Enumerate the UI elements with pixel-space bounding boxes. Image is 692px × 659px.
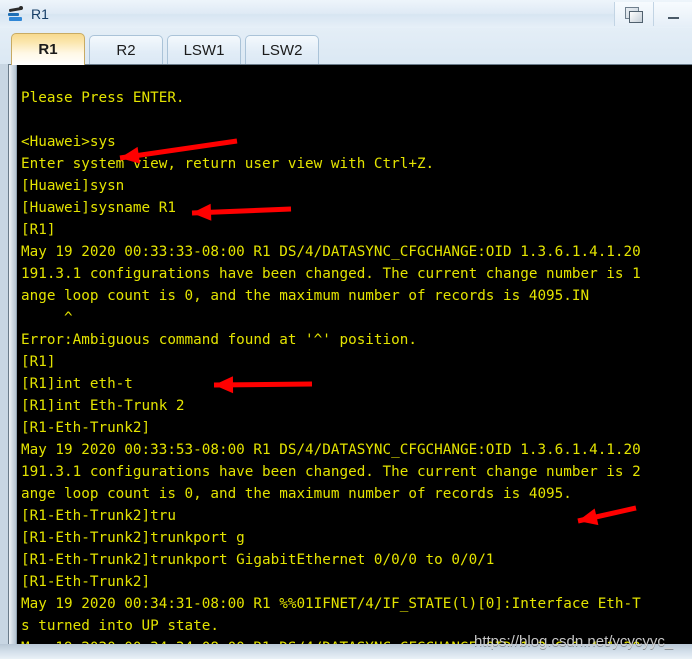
tab-label: R1 <box>38 41 58 58</box>
terminal-line: ange loop count is 0, and the maximum nu… <box>21 486 572 502</box>
terminal-line: ange loop count is 0, and the maximum nu… <box>21 288 590 304</box>
terminal-line: Please Press ENTER. <box>21 90 185 106</box>
watermark-text: https://blog.csdn.net/ycycyyc_ <box>474 633 674 650</box>
terminal-line: Error:Ambiguous command found at '^' pos… <box>21 332 417 348</box>
terminal-line: 191.3.1 configurations have been changed… <box>21 464 641 480</box>
window-title: R1 <box>31 6 49 22</box>
tab-label: LSW1 <box>183 42 225 59</box>
terminal-line: ^ <box>21 310 73 326</box>
terminal-line: [Huawei]sysname R1 <box>21 200 176 216</box>
terminal-line: [R1-Eth-Trunk2]trunkport GigabitEthernet… <box>21 552 495 568</box>
tab-r2[interactable]: R2 <box>89 35 163 65</box>
restore-icon <box>625 6 643 23</box>
terminal-line: [R1] <box>21 222 56 238</box>
restore-window-button[interactable] <box>615 2 653 26</box>
terminal-output: Please Press ENTER. <Huawei>sys Enter syst… <box>21 65 692 644</box>
terminal-console[interactable]: Please Press ENTER. <Huawei>sys Enter syst… <box>8 64 692 644</box>
tab-label: LSW2 <box>261 42 303 59</box>
terminal-frame: Please Press ENTER. <Huawei>sys Enter syst… <box>0 64 692 659</box>
minimize-icon <box>667 16 679 19</box>
terminal-line: May 19 2020 00:34:31-08:00 R1 %%01IFNET/… <box>21 596 641 612</box>
terminal-line: [R1-Eth-Trunk2]tru <box>21 508 176 524</box>
tab-label: R2 <box>116 42 136 59</box>
tab-r1[interactable]: R1 <box>11 33 85 65</box>
tab-lsw2[interactable]: LSW2 <box>245 35 319 65</box>
terminal-scrollbar[interactable] <box>9 65 17 644</box>
terminal-line: [R1] <box>21 354 56 370</box>
minimize-window-button[interactable] <box>654 2 692 26</box>
terminal-line: <Huawei>sys <box>21 134 116 150</box>
terminal-line: 191.3.1 configurations have been changed… <box>21 266 641 282</box>
terminal-line: [R1-Eth-Trunk2] <box>21 420 151 436</box>
window-controls <box>614 1 692 27</box>
device-tab-strip: R1 R2 LSW1 LSW2 <box>0 28 692 65</box>
terminal-line: May 19 2020 00:33:53-08:00 R1 DS/4/DATAS… <box>21 442 641 458</box>
terminal-line: [R1-Eth-Trunk2] <box>21 574 151 590</box>
router-icon <box>7 5 25 23</box>
window-titlebar: R1 <box>0 0 692 29</box>
tab-lsw1[interactable]: LSW1 <box>167 35 241 65</box>
terminal-line: [R1-Eth-Trunk2]trunkport g <box>21 530 245 546</box>
terminal-line: [R1]int Eth-Trunk 2 <box>21 398 185 414</box>
terminal-line: May 19 2020 00:33:33-08:00 R1 DS/4/DATAS… <box>21 244 641 260</box>
terminal-line: Enter system view, return user view with… <box>21 156 435 172</box>
terminal-line: [R1]int eth-t <box>21 376 133 392</box>
terminal-line: [Huawei]sysn <box>21 178 125 194</box>
remote-terminal-window: R1 R1 R2 LSW1 LSW2 Please Press ENTER. <… <box>0 0 692 659</box>
